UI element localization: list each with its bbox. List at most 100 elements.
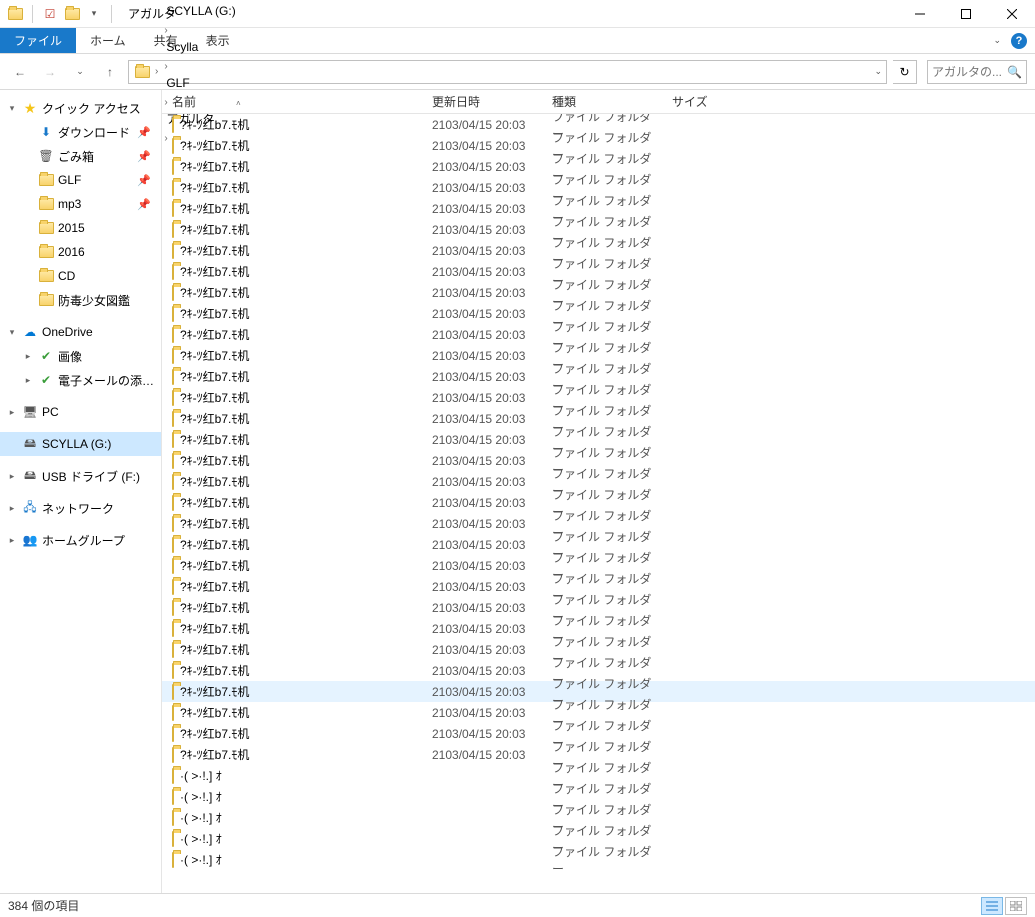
file-name: ?ｷ-ﾂ红b7.ﾓ机	[180, 599, 249, 616]
file-date: 2103/04/15 20:03	[422, 601, 542, 615]
file-name: ?ｷ-ﾂ红b7.ﾓ机	[180, 305, 249, 322]
addressbar-folder-icon	[133, 63, 151, 81]
search-icon[interactable]: 🔍	[1007, 65, 1022, 79]
maximize-button[interactable]	[943, 0, 989, 28]
back-button[interactable]: ←	[8, 60, 32, 84]
folder-icon	[172, 664, 174, 678]
folder-icon	[172, 622, 174, 636]
folder-icon	[172, 181, 174, 195]
tree-onedrive[interactable]: ▾☁ OneDrive	[0, 320, 161, 344]
search-input[interactable]	[932, 65, 1007, 79]
chevron-right-icon[interactable]: ›	[162, 61, 169, 72]
file-name: ?ｷ-ﾂ红b7.ﾓ机	[180, 137, 249, 154]
sidebar-item[interactable]: 🗑ごみ箱📌	[0, 144, 161, 168]
forward-button[interactable]: →	[38, 60, 62, 84]
address-dropdown-icon[interactable]: ⌄	[874, 66, 882, 77]
chevron-right-icon[interactable]: ›	[153, 66, 160, 77]
search-box[interactable]: 🔍	[927, 60, 1027, 84]
file-type: ファイル フォルダー	[542, 843, 662, 877]
qat-customize-icon[interactable]: ▾	[85, 5, 103, 23]
folder-icon	[172, 769, 174, 783]
file-date: 2103/04/15 20:03	[422, 160, 542, 174]
breadcrumb-segment[interactable]: Scylla	[162, 36, 239, 58]
sort-indicator-icon: ˄	[236, 99, 241, 108]
folder-icon	[172, 265, 174, 279]
sidebar-item[interactable]: GLF📌	[0, 168, 161, 192]
column-type[interactable]: 種類	[542, 93, 662, 110]
address-bar[interactable]: › SCYLLA (G:)›Scylla›GLF›アガルタ› ⌄	[128, 60, 887, 84]
ribbon: ファイル ホーム 共有 表示 ⌄ ?	[0, 28, 1035, 54]
cloud-icon: ☁	[22, 324, 38, 340]
folder-icon	[6, 5, 24, 23]
help-icon[interactable]: ?	[1011, 33, 1027, 49]
ribbon-expand-icon[interactable]: ⌄	[993, 35, 1001, 46]
tab-file[interactable]: ファイル	[0, 28, 76, 53]
tab-home[interactable]: ホーム	[76, 28, 140, 53]
download-icon: ⬇	[38, 124, 54, 140]
file-name: ?ｷ-ﾂ红b7.ﾓ机	[180, 284, 249, 301]
up-button[interactable]: ↑	[98, 60, 122, 84]
tree-homegroup[interactable]: ▸👥 ホームグループ	[0, 528, 161, 552]
star-icon: ★	[22, 100, 38, 116]
sidebar-item[interactable]: mp3📌	[0, 192, 161, 216]
chevron-right-icon[interactable]: ›	[162, 25, 169, 36]
pin-icon: 📌	[137, 126, 161, 139]
table-row[interactable]: ·( >·!.] ｵファイル フォルダー	[162, 849, 1035, 870]
folder-icon	[172, 391, 174, 405]
folder-icon	[172, 727, 174, 741]
file-date: 2103/04/15 20:03	[422, 223, 542, 237]
folder-icon	[38, 268, 54, 284]
column-name[interactable]: 名前˄	[162, 93, 422, 110]
sidebar-item[interactable]: 2015	[0, 216, 161, 240]
folder-icon	[172, 748, 174, 762]
close-button[interactable]	[989, 0, 1035, 28]
file-name: ·( >·!.] ｵ	[180, 809, 222, 826]
pin-icon: 📌	[137, 198, 161, 211]
file-date: 2103/04/15 20:03	[422, 328, 542, 342]
details-view-button[interactable]	[981, 897, 1003, 915]
tree-quick-access[interactable]: ▾★ クイック アクセス	[0, 96, 161, 120]
file-name: ·( >·!.] ｵ	[180, 851, 222, 868]
qat-properties-icon[interactable]: ☑	[41, 5, 59, 23]
file-name: ?ｷ-ﾂ红b7.ﾓ机	[180, 179, 249, 196]
icons-view-button[interactable]	[1005, 897, 1027, 915]
folder-icon	[172, 412, 174, 426]
history-dropdown[interactable]: ⌄	[68, 60, 92, 84]
tree-pc[interactable]: ▸🖥 PC	[0, 400, 161, 424]
file-name: ?ｷ-ﾂ红b7.ﾓ机	[180, 410, 249, 427]
folder-icon	[172, 496, 174, 510]
sidebar-item[interactable]: 防毒少女図鑑	[0, 288, 161, 312]
file-name: ?ｷ-ﾂ红b7.ﾓ机	[180, 473, 249, 490]
sidebar-item[interactable]: ⬇ダウンロード📌	[0, 120, 161, 144]
folder-icon	[172, 307, 174, 321]
tree-usb-drive[interactable]: ▸🖴 USB ドライブ (F:)	[0, 464, 161, 488]
file-name: ?ｷ-ﾂ红b7.ﾓ机	[180, 389, 249, 406]
file-date: 2103/04/15 20:03	[422, 139, 542, 153]
refresh-button[interactable]: ↻	[893, 60, 917, 84]
file-name: ?ｷ-ﾂ红b7.ﾓ机	[180, 242, 249, 259]
file-date: 2103/04/15 20:03	[422, 517, 542, 531]
breadcrumb-segment[interactable]: SCYLLA (G:)	[162, 0, 239, 22]
folder-icon	[172, 559, 174, 573]
file-date: 2103/04/15 20:03	[422, 580, 542, 594]
sidebar-item[interactable]: CD	[0, 264, 161, 288]
folder-icon	[172, 223, 174, 237]
sync-folder-icon: ✔	[38, 348, 54, 364]
column-headers: 名前˄ 更新日時 種類 サイズ	[162, 90, 1035, 114]
file-date: 2103/04/15 20:03	[422, 706, 542, 720]
pc-icon: 🖥	[22, 404, 38, 420]
column-date[interactable]: 更新日時	[422, 93, 542, 110]
tree-scylla-drive[interactable]: 🖴 SCYLLA (G:)	[0, 432, 161, 456]
folder-icon	[172, 244, 174, 258]
file-list[interactable]: ?ｷ-ﾂ红b7.ﾓ机 2103/04/15 20:03 ファイル フォルダー ?ｷ-ﾂ…	[162, 114, 1035, 893]
minimize-button[interactable]	[897, 0, 943, 28]
sidebar-item[interactable]: ▸✔画像	[0, 344, 161, 368]
sidebar-item[interactable]: 2016	[0, 240, 161, 264]
sidebar-item[interactable]: ▸✔電子メールの添付ファ	[0, 368, 161, 392]
file-name: ?ｷ-ﾂ红b7.ﾓ机	[180, 746, 249, 763]
qat-newfolder-icon[interactable]	[63, 5, 81, 23]
tree-network[interactable]: ▸🖧 ネットワーク	[0, 496, 161, 520]
file-date: 2103/04/15 20:03	[422, 349, 542, 363]
column-size[interactable]: サイズ	[662, 93, 742, 110]
file-date: 2103/04/15 20:03	[422, 370, 542, 384]
